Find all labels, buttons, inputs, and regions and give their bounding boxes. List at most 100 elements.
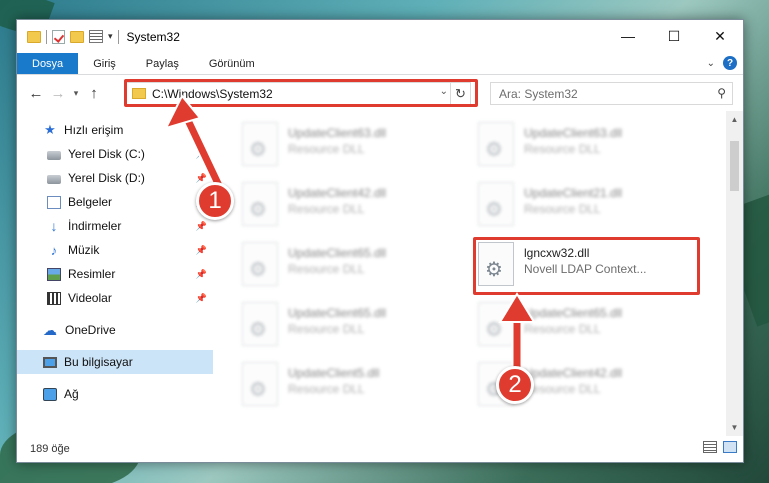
- nav-label: Müzik: [68, 243, 100, 257]
- file-tile[interactable]: UpdateClient42.dll Resource DLL: [242, 180, 442, 232]
- search-input[interactable]: Ara: System32 ⚲: [490, 82, 733, 105]
- close-button[interactable]: ✕: [697, 20, 743, 52]
- ribbon-right: ⌄ ?: [707, 56, 737, 70]
- title-bar: ▾ System32 — ☐ ✕: [17, 20, 743, 53]
- file-tile[interactable]: UpdateClient21.dll Resource DLL: [478, 180, 678, 232]
- address-bar[interactable]: C:\Windows\System32 ⌄ ↻: [125, 82, 471, 105]
- maximize-button[interactable]: ☐: [651, 20, 697, 52]
- up-arrow-icon[interactable]: ↑: [83, 85, 105, 102]
- nav-pictures[interactable]: Resimler 📌: [17, 262, 213, 286]
- nav-label: Yerel Disk (D:): [68, 171, 145, 185]
- disk-icon: [47, 174, 61, 184]
- star-icon: ★: [44, 122, 56, 137]
- cloud-icon: ☁: [43, 321, 57, 338]
- file-name: UpdateClient63.dll: [524, 126, 623, 140]
- nav-local-disk-d[interactable]: Yerel Disk (D:) 📌: [17, 166, 213, 190]
- nav-network[interactable]: Ağ: [17, 382, 213, 406]
- nav-label: Ağ: [64, 387, 79, 401]
- nav-onedrive[interactable]: ☁ OneDrive: [17, 318, 213, 342]
- nav-this-pc[interactable]: Bu bilgisayar: [17, 350, 213, 374]
- file-name: UpdateClient65.dll: [524, 306, 623, 320]
- nav-documents[interactable]: Belgeler 📌: [17, 190, 213, 214]
- expand-ribbon-icon[interactable]: ⌄: [707, 58, 715, 69]
- forward-arrow-icon[interactable]: →: [47, 85, 69, 102]
- file-name: UpdateClient42.dll: [288, 186, 387, 200]
- disk-icon: [47, 150, 61, 160]
- download-icon: ↓: [50, 218, 58, 234]
- nav-downloads[interactable]: ↓ İndirmeler 📌: [17, 214, 213, 238]
- view-buttons: [703, 441, 737, 453]
- file-type: Resource DLL: [524, 322, 601, 336]
- details-view-icon[interactable]: [703, 441, 717, 453]
- address-row: ← → ▾ ↑ C:\Windows\System32 ⌄ ↻ Ara: Sys…: [17, 75, 743, 111]
- pin-icon: 📌: [195, 268, 207, 279]
- scroll-thumb[interactable]: [730, 141, 739, 191]
- address-path[interactable]: C:\Windows\System32: [152, 87, 273, 101]
- file-tile[interactable]: UpdateClient63.dll Resource DLL: [242, 120, 442, 172]
- dll-file-icon: [478, 302, 514, 346]
- nav-videos[interactable]: Videolar 📌: [17, 286, 213, 310]
- pictures-icon: [47, 267, 61, 281]
- tab-file[interactable]: Dosya: [17, 53, 79, 74]
- dll-file-icon: [478, 122, 514, 166]
- network-icon: [43, 387, 57, 401]
- item-count: 189 öğe: [30, 442, 70, 455]
- nav-label: Bu bilgisayar: [64, 355, 133, 369]
- back-arrow-icon[interactable]: ←: [25, 85, 47, 102]
- dll-file-icon: [242, 302, 278, 346]
- dll-file-icon: [478, 242, 514, 286]
- explorer-window: ▾ System32 — ☐ ✕ Dosya Giriş Paylaş Görü…: [16, 19, 744, 463]
- refresh-icon[interactable]: ↻: [450, 83, 470, 104]
- computer-icon: [43, 356, 57, 368]
- nav-label: İndirmeler: [68, 219, 122, 233]
- file-type: Resource DLL: [288, 202, 365, 216]
- chevron-down-icon[interactable]: ⌄: [440, 86, 448, 97]
- file-tile[interactable]: UpdateClient65.dll Resource DLL: [478, 300, 678, 352]
- help-icon[interactable]: ?: [723, 56, 737, 70]
- dll-file-icon: [242, 182, 278, 226]
- file-name: lgncxw32.dll: [524, 246, 590, 260]
- nav-quick-access[interactable]: ★ Hızlı erişim: [17, 118, 213, 142]
- file-tile[interactable]: UpdateClient5.dll Resource DLL: [242, 360, 442, 412]
- file-type: Resource DLL: [524, 142, 601, 156]
- new-folder-icon[interactable]: [70, 30, 84, 43]
- file-name: UpdateClient21.dll: [524, 186, 623, 200]
- file-name: UpdateClient65.dll: [288, 246, 387, 260]
- file-tile[interactable]: UpdateClient63.dll Resource DLL: [478, 120, 678, 172]
- step-1-badge: 1: [196, 182, 234, 220]
- tiles-view-icon[interactable]: [723, 441, 737, 453]
- scroll-up-icon[interactable]: ▲: [726, 115, 743, 124]
- nav-label: Yerel Disk (C:): [68, 147, 145, 161]
- file-type: Resource DLL: [288, 382, 365, 396]
- tab-view[interactable]: Görünüm: [194, 53, 270, 74]
- tab-home[interactable]: Giriş: [78, 53, 131, 74]
- search-icon: ⚲: [717, 86, 726, 100]
- tab-share[interactable]: Paylaş: [131, 53, 194, 74]
- file-type: Resource DLL: [524, 202, 601, 216]
- nav-local-disk-c[interactable]: Yerel Disk (C:) 📌: [17, 142, 213, 166]
- minimize-button[interactable]: —: [605, 20, 651, 52]
- file-tile[interactable]: UpdateClient65.dll Resource DLL: [242, 300, 442, 352]
- divider: [117, 29, 119, 44]
- properties-check-icon[interactable]: [52, 29, 65, 44]
- pin-icon: 📌: [195, 244, 207, 255]
- nav-label: Belgeler: [68, 195, 113, 209]
- nav-music[interactable]: ♪ Müzik 📌: [17, 238, 213, 262]
- recent-locations-chevron-icon[interactable]: ▾: [69, 88, 83, 99]
- scroll-down-icon[interactable]: ▼: [726, 423, 743, 432]
- file-tile[interactable]: UpdateClient65.dll Resource DLL: [242, 240, 442, 292]
- dll-file-icon: [242, 122, 278, 166]
- pin-icon: 📌: [195, 172, 207, 183]
- chevron-down-icon[interactable]: ▾: [108, 31, 113, 42]
- file-type: Resource DLL: [288, 262, 365, 276]
- file-name: UpdateClient42.dll: [524, 366, 623, 380]
- navigation-pane: ★ Hızlı erişim Yerel Disk (C:) 📌 Yerel D…: [17, 112, 213, 436]
- dll-file-icon: [478, 182, 514, 226]
- window-controls: — ☐ ✕: [605, 20, 743, 52]
- vertical-scrollbar[interactable]: ▲ ▼: [726, 111, 743, 436]
- customize-icon[interactable]: [89, 30, 103, 43]
- target-dll-file[interactable]: lgncxw32.dll Novell LDAP Context...: [478, 240, 678, 292]
